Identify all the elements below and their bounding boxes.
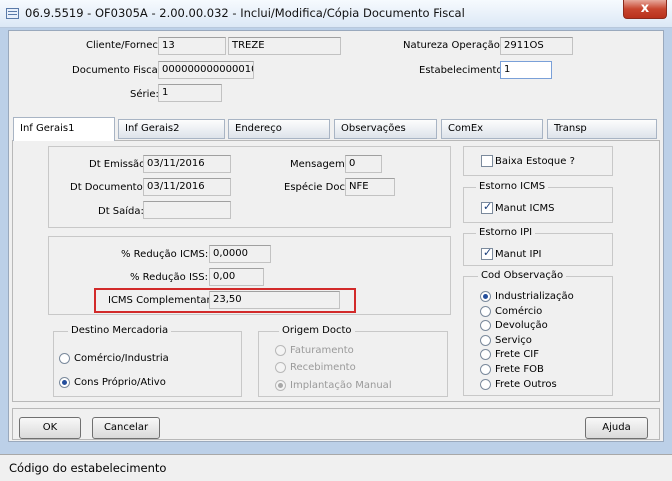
cod-obs-servico-radio[interactable] — [480, 335, 491, 346]
estorno-icms-title: Estorno ICMS — [476, 181, 549, 192]
cancelar-button[interactable]: Cancelar — [92, 417, 160, 439]
origem-faturamento-radio — [275, 345, 286, 356]
natureza-field[interactable]: 2911OS — [500, 37, 573, 55]
baixa-estoque-label: Baixa Estoque ? — [495, 156, 575, 167]
especie-label: Espécie Doc: — [284, 182, 349, 193]
cod-obs-comercio-radio[interactable] — [480, 306, 491, 317]
tab-observacoes[interactable]: Observações — [334, 119, 437, 139]
cod-obs-industrializacao-radio[interactable] — [480, 291, 491, 302]
dt-saida-field[interactable] — [143, 201, 231, 219]
cod-obs-frete-fob-label: Frete FOB — [495, 364, 544, 375]
tab-comex[interactable]: ComEx — [441, 119, 543, 139]
cod-obs-servico-label: Serviço — [495, 335, 532, 346]
estabelecimento-field[interactable]: 1 — [500, 61, 552, 79]
cod-obs-frete-outros-label: Frete Outros — [495, 379, 557, 390]
dt-emissao-field[interactable]: 03/11/2016 — [143, 155, 231, 173]
manut-ipi-checkbox[interactable] — [481, 246, 493, 260]
origem-recebimento-label: Recebimento — [290, 362, 356, 373]
destino-cons-proprio-radio[interactable] — [59, 377, 70, 388]
tab-transp[interactable]: Transp — [547, 119, 657, 139]
serie-field[interactable]: 1 — [158, 84, 222, 102]
dt-documento-field[interactable]: 03/11/2016 — [143, 178, 231, 196]
cod-obs-devolucao-radio[interactable] — [480, 320, 491, 331]
mensagem-field[interactable]: 0 — [345, 155, 382, 173]
destino-title: Destino Mercadoria — [68, 325, 172, 336]
mensagem-label: Mensagem: — [290, 159, 349, 170]
cliente-label: Cliente/Fornec: — [86, 40, 162, 51]
cod-obs-devolucao-label: Devolução — [495, 320, 548, 331]
icms-complementar-field[interactable]: 23,50 — [209, 291, 340, 309]
cod-obs-frete-outros-radio[interactable] — [480, 379, 491, 390]
reducao-icms-field[interactable]: 0,0000 — [209, 245, 271, 263]
cod-obs-frete-cif-radio[interactable] — [480, 349, 491, 360]
cod-obs-industrializacao-label: Industrialização — [495, 291, 574, 302]
window-icon — [6, 8, 19, 19]
estorno-ipi-title: Estorno IPI — [476, 227, 536, 238]
close-button[interactable]: x — [623, 0, 667, 19]
reducao-iss-label: % Redução ISS: — [130, 272, 208, 283]
tab-inf-gerais2[interactable]: Inf Gerais2 — [118, 119, 225, 139]
dt-saida-label: Dt Saída: — [98, 206, 144, 217]
origem-title: Origem Docto — [279, 325, 355, 336]
dt-documento-label: Dt Documento: — [70, 182, 147, 193]
serie-label: Série: — [130, 89, 159, 100]
origem-faturamento-label: Faturamento — [290, 345, 354, 356]
origem-implantacao-radio — [275, 380, 286, 391]
cod-observacao-title: Cod Observação — [478, 270, 567, 281]
cod-obs-comercio-label: Comércio — [495, 306, 543, 317]
reducao-iss-field[interactable]: 0,00 — [209, 268, 264, 286]
documento-field[interactable]: 000000000000010 — [158, 61, 254, 79]
ok-button[interactable]: OK — [19, 417, 81, 439]
reducao-icms-label: % Redução ICMS: — [121, 249, 209, 260]
destino-comercio-label: Comércio/Industria — [74, 353, 169, 364]
tab-inf-gerais1[interactable]: Inf Gerais1 — [13, 117, 115, 141]
origem-recebimento-radio — [275, 362, 286, 373]
destino-cons-proprio-label: Cons Próprio/Ativo — [74, 377, 166, 388]
manut-ipi-label: Manut IPI — [495, 249, 542, 260]
title-bar[interactable]: 06.9.5519 - OF0305A - 2.00.00.032 - Incl… — [0, 0, 672, 28]
natureza-label: Natureza Operação: — [403, 40, 504, 51]
status-bar: Código do estabelecimento — [0, 454, 672, 481]
especie-field[interactable]: NFE — [345, 178, 395, 196]
documento-label: Documento Fiscal: — [72, 65, 164, 76]
window-title: 06.9.5519 - OF0305A - 2.00.00.032 - Incl… — [25, 6, 465, 20]
baixa-estoque-checkbox[interactable] — [481, 155, 493, 167]
icms-complementar-label: ICMS Complementar: — [108, 295, 214, 306]
manut-icms-label: Manut ICMS — [495, 203, 555, 214]
estabelecimento-label: Estabelecimento: — [419, 65, 506, 76]
cliente-code-field[interactable]: 13 — [158, 37, 226, 55]
dt-emissao-label: Dt Emissão: — [89, 159, 149, 170]
manut-icms-checkbox[interactable] — [481, 200, 493, 214]
origem-implantacao-label: Implantação Manual — [290, 380, 392, 391]
ajuda-button[interactable]: Ajuda — [585, 417, 648, 439]
cod-obs-frete-cif-label: Frete CIF — [495, 349, 540, 360]
tab-endereco[interactable]: Endereço — [228, 119, 330, 139]
cliente-name-field: TREZE — [228, 37, 341, 55]
cod-obs-frete-fob-radio[interactable] — [480, 364, 491, 375]
destino-comercio-radio[interactable] — [59, 353, 70, 364]
